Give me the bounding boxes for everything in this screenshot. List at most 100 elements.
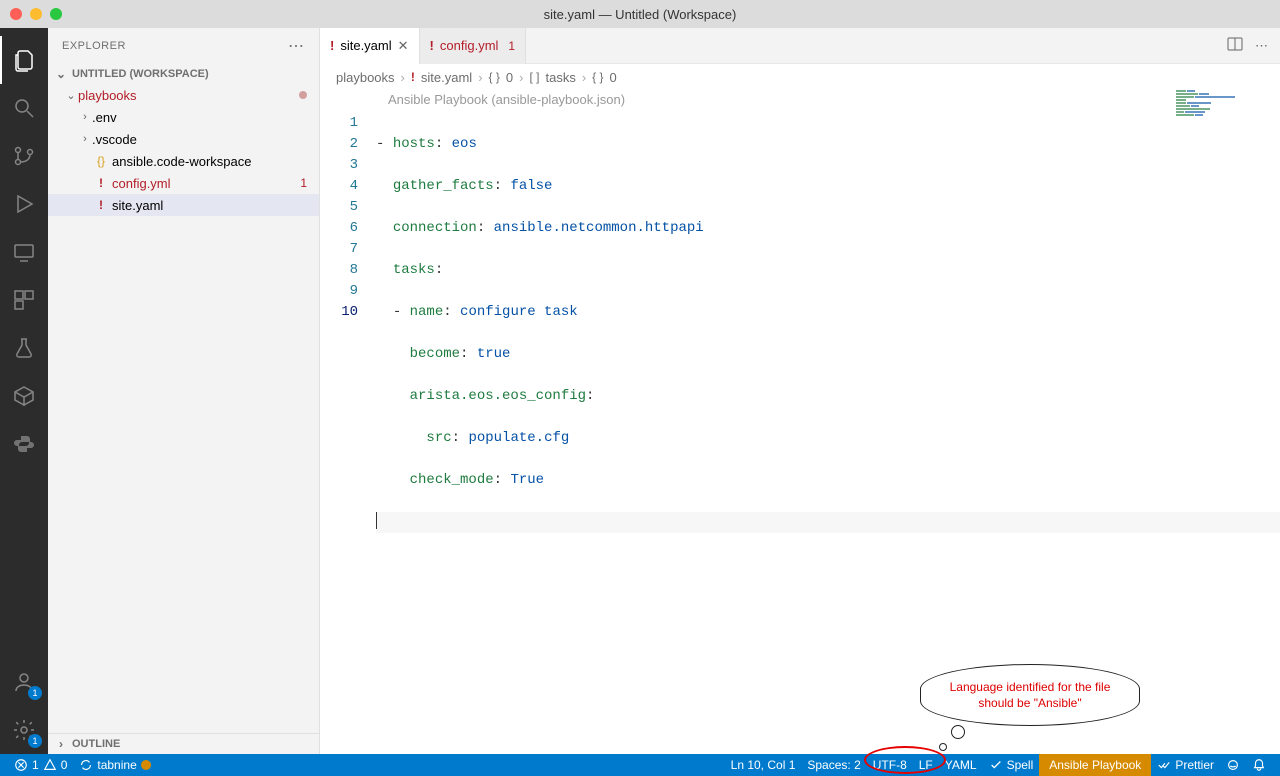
breadcrumb-item[interactable]: site.yaml [421,70,472,85]
activity-remote[interactable] [0,228,48,276]
status-notifications[interactable] [1246,754,1272,776]
window-zoom-button[interactable] [50,8,62,20]
search-icon [12,96,36,120]
bell-icon [1252,758,1266,772]
activity-extensions[interactable] [0,276,48,324]
editor-tabs: ! site.yaml ✕ ! config.yml 1 ⋯ [320,28,1280,64]
activity-accounts[interactable]: 1 [0,658,48,706]
files-icon [12,48,36,72]
breadcrumbs[interactable]: playbooks › ! site.yaml › { } 0 › [ ] ta… [320,64,1280,90]
status-spell[interactable]: Spell [983,754,1040,776]
outline-title: OUTLINE [72,738,120,750]
annotation-text: Language identified for the file should … [950,680,1111,710]
file-tree: ⌄ playbooks › .env › .vscode {} ansible.… [48,84,319,216]
tab-label: config.yml [440,38,499,53]
file-site-yaml[interactable]: ! site.yaml [48,194,319,216]
status-language[interactable]: YAML [939,754,983,776]
workspace-name: UNTITLED (WORKSPACE) [72,68,209,80]
status-ansible[interactable]: Ansible Playbook [1039,754,1151,776]
breadcrumb-item[interactable]: tasks [545,70,575,85]
annotation-callout: Language identified for the file should … [920,664,1140,726]
code-area[interactable]: - hosts: eos gather_facts: false connect… [376,113,1280,754]
file-label: config.yml [112,176,300,191]
chevron-down-icon: ⌄ [64,89,78,102]
chevron-right-icon: › [78,133,92,145]
file-config-yml[interactable]: ! config.yml 1 [48,172,319,194]
window-close-button[interactable] [10,8,22,20]
chevron-right-icon: › [54,737,68,751]
folder-playbooks[interactable]: ⌄ playbooks [48,84,319,106]
explorer-title: EXPLORER [62,40,126,52]
breadcrumb-item[interactable]: playbooks [336,70,395,85]
yaml-icon: ! [92,176,110,190]
array-icon: [ ] [529,70,539,84]
text-cursor [376,512,377,529]
activity-box[interactable] [0,372,48,420]
window-title: site.yaml — Untitled (Workspace) [0,7,1280,22]
status-tabnine[interactable]: tabnine [73,754,156,776]
settings-badge: 1 [28,734,42,748]
braces-icon: { } [592,70,603,84]
activity-explorer[interactable] [0,36,48,84]
file-label: site.yaml [112,198,309,213]
folder-vscode[interactable]: › .vscode [48,128,319,150]
accounts-badge: 1 [28,686,42,700]
activity-settings[interactable]: 1 [0,706,48,754]
status-prettier[interactable]: Prettier [1151,754,1220,776]
extensions-icon [12,288,36,312]
explorer-sidebar: EXPLORER ⋯ ⌄ UNTITLED (WORKSPACE) ⌄ play… [48,28,320,754]
schema-hint[interactable]: Ansible Playbook (ansible-playbook.json) [320,90,1280,113]
editor-more-button[interactable]: ⋯ [1255,38,1268,54]
tab-config-yml[interactable]: ! config.yml 1 [420,28,527,64]
line-gutter: 1 2 3 4 5 6 7 8 9 10 [320,113,376,754]
status-cursor-pos[interactable]: Ln 10, Col 1 [725,754,802,776]
chevron-right-icon: › [478,70,482,85]
tab-close-button[interactable]: ✕ [398,38,409,54]
explorer-more-button[interactable]: ⋯ [288,36,305,56]
problem-count: 1 [300,176,309,190]
workspace-section-header[interactable]: ⌄ UNTITLED (WORKSPACE) [48,64,319,84]
package-icon [12,384,36,408]
python-icon [12,432,36,456]
json-icon: {} [92,154,110,168]
double-check-icon [1157,758,1171,772]
editor-body[interactable]: 1 2 3 4 5 6 7 8 9 10 - hosts: eos gather… [320,113,1280,754]
tab-site-yaml[interactable]: ! site.yaml ✕ [320,28,420,64]
braces-icon: { } [489,70,500,84]
activity-scm[interactable] [0,132,48,180]
chevron-right-icon: › [582,70,586,85]
status-indent[interactable]: Spaces: 2 [801,754,866,776]
breadcrumb-item[interactable]: 0 [610,70,617,85]
yaml-icon: ! [411,70,415,84]
file-code-workspace[interactable]: {} ansible.code-workspace [48,150,319,172]
split-editor-button[interactable] [1227,36,1243,55]
file-label: ansible.code-workspace [112,154,309,169]
status-feedback[interactable] [1220,754,1246,776]
minimap[interactable] [1176,90,1276,140]
chevron-down-icon: ⌄ [54,67,68,81]
status-encoding[interactable]: UTF-8 [867,754,913,776]
titlebar: site.yaml — Untitled (Workspace) [0,0,1280,28]
dirty-indicator-icon [299,91,307,99]
folder-env[interactable]: › .env [48,106,319,128]
editor-group: ! site.yaml ✕ ! config.yml 1 ⋯ playbooks… [320,28,1280,754]
branch-icon [12,144,36,168]
activity-debug[interactable] [0,180,48,228]
warning-icon [43,758,57,772]
error-icon [14,758,28,772]
outline-section-header[interactable]: › OUTLINE [48,733,319,754]
activity-testing[interactable] [0,324,48,372]
beaker-icon [12,336,36,360]
breadcrumb-item[interactable]: 0 [506,70,513,85]
activity-search[interactable] [0,84,48,132]
status-problems[interactable]: 1 0 [8,754,73,776]
statusbar: 1 0 tabnine Ln 10, Col 1 Spaces: 2 UTF-8… [0,754,1280,776]
status-eol[interactable]: LF [913,754,939,776]
yaml-icon: ! [330,38,334,53]
tab-problem-count: 1 [508,39,515,53]
folder-label: .env [92,110,309,125]
activity-python[interactable] [0,420,48,468]
window-minimize-button[interactable] [30,8,42,20]
loop-icon [79,758,93,772]
split-icon [1227,36,1243,52]
